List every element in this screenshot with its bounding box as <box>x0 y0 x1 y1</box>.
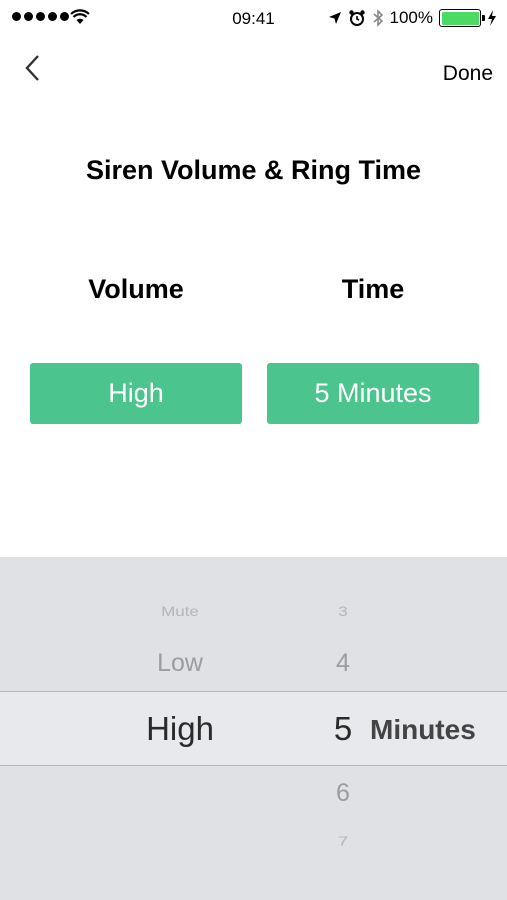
picker-divider <box>0 765 507 766</box>
minute-option[interactable]: 4 <box>322 649 364 678</box>
picker-wheel[interactable]: Mute Low High 3 4 5 6 7 Minutes <box>0 557 507 900</box>
picker-divider <box>0 691 507 692</box>
time-label: Time <box>341 274 405 304</box>
volume-option[interactable]: Mute <box>100 604 260 620</box>
battery-icon <box>439 9 485 27</box>
volume-option-selected[interactable]: High <box>100 710 260 748</box>
charging-icon <box>488 10 496 26</box>
location-icon <box>328 12 341 24</box>
page-title: Siren Volume & Ring Time <box>85 155 422 185</box>
bluetooth-icon <box>372 9 383 27</box>
status-bar: 09:41 100% <box>0 0 507 36</box>
minute-option[interactable]: 7 <box>322 834 364 849</box>
chevron-left-icon <box>25 55 39 81</box>
back-button[interactable] <box>24 52 54 92</box>
minute-option[interactable]: 6 <box>322 779 364 808</box>
volume-value-button[interactable]: High <box>30 363 242 424</box>
minutes-unit-label: Minutes <box>370 714 476 745</box>
minute-option-selected[interactable]: 5 <box>322 710 364 748</box>
volume-label: Volume <box>88 274 184 304</box>
done-button[interactable]: Done <box>443 62 493 86</box>
minute-option[interactable]: 3 <box>322 604 364 620</box>
time-value-button[interactable]: 5 Minutes <box>267 363 479 424</box>
volume-option[interactable]: Low <box>100 649 260 678</box>
nav-bar: Done <box>0 36 507 116</box>
alarm-icon <box>348 10 365 26</box>
battery-percent: 100% <box>389 8 433 27</box>
